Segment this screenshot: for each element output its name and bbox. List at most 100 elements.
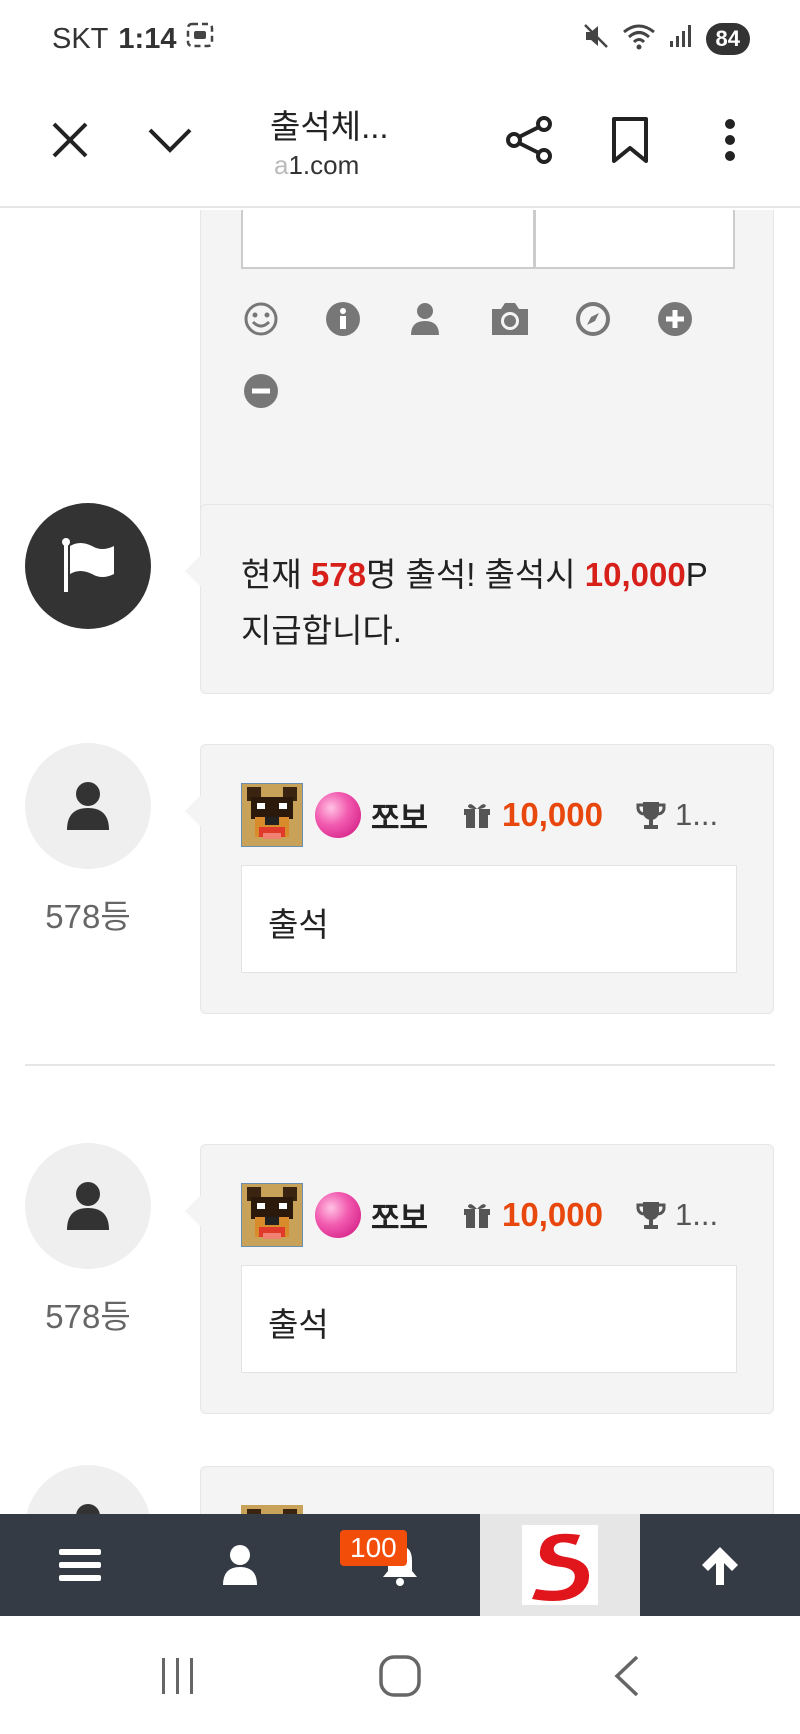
bookmark-icon xyxy=(612,117,648,163)
trophy-count: 1... xyxy=(674,797,719,832)
trophy-icon xyxy=(636,1202,666,1229)
smile-icon xyxy=(244,302,278,336)
trophy-icon xyxy=(636,802,666,829)
member-avatar-image[interactable] xyxy=(241,1505,303,1514)
back-button[interactable] xyxy=(586,1646,666,1706)
user-icon xyxy=(67,782,109,830)
status-right: 84 xyxy=(582,22,750,55)
info-icon xyxy=(326,302,360,336)
user-icon xyxy=(76,1504,100,1514)
camera-icon xyxy=(492,303,528,335)
mute-icon xyxy=(582,22,610,55)
back-icon xyxy=(614,1655,639,1697)
page-url[interactable]: a1.com xyxy=(274,150,359,181)
clock: 1:14 xyxy=(118,22,177,55)
member-avatar-image[interactable] xyxy=(241,783,303,847)
flag-icon xyxy=(62,538,114,592)
attendance-count: 578 xyxy=(310,556,366,593)
android-nav-bar xyxy=(0,1616,800,1734)
notice-part: 현재 xyxy=(241,556,311,593)
attendance-notice: 현재 578명 출석! 출석시 10,000P 지급합니다. xyxy=(185,504,774,694)
trophy-group: 1... xyxy=(635,797,718,833)
site-logo-icon xyxy=(522,1525,598,1605)
gift-icon xyxy=(464,804,491,828)
user-icon xyxy=(223,1545,257,1585)
home-icon xyxy=(379,1655,421,1697)
attendance-entry: 쪼보 10,000 1... 출석 xyxy=(185,1144,774,1414)
more-vertical-icon xyxy=(725,119,735,161)
rank-label: 578등 xyxy=(45,898,131,935)
page-title[interactable]: 출석체... xyxy=(270,100,389,148)
reward-points: 10,000 xyxy=(584,556,686,593)
share-button[interactable] xyxy=(498,108,562,172)
close-button[interactable] xyxy=(38,108,102,172)
scroll-top-button[interactable] xyxy=(640,1514,800,1616)
attendance-entry: 쪼보 10,000 1... 출석 xyxy=(185,744,774,1014)
status-bar: SKT 1:14 84 xyxy=(0,0,800,80)
arrow-up-icon xyxy=(702,1547,738,1585)
notice-text: 현재 578명 출석! 출석시 10,000P 지급합니다. xyxy=(241,547,741,659)
notification-badge: 100 xyxy=(340,1530,407,1566)
rank-label: 578등 xyxy=(45,1298,131,1335)
page-content: 현재 578명 출석! 출석시 10,000P 지급합니다. 578등 쪼보 1… xyxy=(0,210,800,1514)
chevron-down-icon xyxy=(148,128,192,153)
hamburger-menu-icon xyxy=(59,1549,101,1581)
entry-header: 쪼보 10,000 1... xyxy=(241,783,741,847)
level-orb-icon xyxy=(315,792,361,838)
recent-apps-icon xyxy=(162,1658,193,1694)
member-nickname[interactable]: 쪼보 xyxy=(371,793,428,838)
points-group: 10,000 xyxy=(462,1196,603,1234)
minimize-button[interactable] xyxy=(138,108,202,172)
user-button[interactable] xyxy=(405,299,445,339)
camera-button[interactable] xyxy=(487,299,533,339)
carrier-label: SKT xyxy=(52,22,109,55)
user-icon xyxy=(67,1182,109,1230)
member-points: 10,000 xyxy=(502,1196,603,1233)
profile-button[interactable] xyxy=(160,1514,320,1616)
wifi-icon xyxy=(622,22,656,55)
screenshot-icon xyxy=(186,22,214,56)
comment-body: 출석 xyxy=(241,865,737,973)
menu-button[interactable] xyxy=(0,1514,160,1616)
trophy-count: 1... xyxy=(674,1197,719,1232)
close-icon xyxy=(52,122,88,158)
url-rest: 1.com xyxy=(288,150,360,180)
trophy-group: 1... xyxy=(635,1197,718,1233)
compass-icon xyxy=(576,302,610,336)
user-avatar[interactable] xyxy=(25,743,151,869)
plus-circle-icon xyxy=(658,302,692,336)
entry-header: 쪼보 10,000 1... xyxy=(241,1183,741,1247)
comment-textarea[interactable] xyxy=(241,210,535,269)
home-button[interactable] xyxy=(360,1646,440,1706)
compass-button[interactable] xyxy=(573,299,613,339)
member-nickname[interactable]: 쪼보 xyxy=(371,1193,428,1238)
share-icon xyxy=(506,116,552,164)
member-avatar-image[interactable] xyxy=(241,1183,303,1247)
site-logo-button[interactable] xyxy=(480,1514,640,1616)
collapse-button[interactable] xyxy=(241,371,281,411)
editor-side-field[interactable] xyxy=(535,210,735,269)
notice-part: 명 출석! 출석시 xyxy=(365,556,585,593)
more-menu-button[interactable] xyxy=(698,108,762,172)
battery-indicator: 84 xyxy=(705,22,750,55)
recent-apps-button[interactable] xyxy=(138,1646,218,1706)
level-orb-icon xyxy=(315,1192,361,1238)
attendance-entry-partial xyxy=(200,1466,774,1514)
gift-icon xyxy=(464,1204,491,1228)
bookmark-button[interactable] xyxy=(598,108,662,172)
site-bottom-nav: 100 xyxy=(0,1514,800,1616)
browser-toolbar: 출석체... a1.com xyxy=(0,80,800,208)
notice-avatar xyxy=(25,503,151,629)
expand-button[interactable] xyxy=(655,299,695,339)
comment-text: 출석 xyxy=(268,906,329,943)
user-icon xyxy=(411,303,439,335)
user-avatar[interactable] xyxy=(25,1465,151,1514)
info-button[interactable] xyxy=(323,299,363,339)
signal-icon xyxy=(668,23,694,54)
comment-text: 출석 xyxy=(268,1306,329,1343)
divider xyxy=(25,1064,775,1066)
user-avatar[interactable] xyxy=(25,1143,151,1269)
member-points: 10,000 xyxy=(502,796,603,833)
comment-body: 출석 xyxy=(241,1265,737,1373)
emoji-button[interactable] xyxy=(241,299,281,339)
